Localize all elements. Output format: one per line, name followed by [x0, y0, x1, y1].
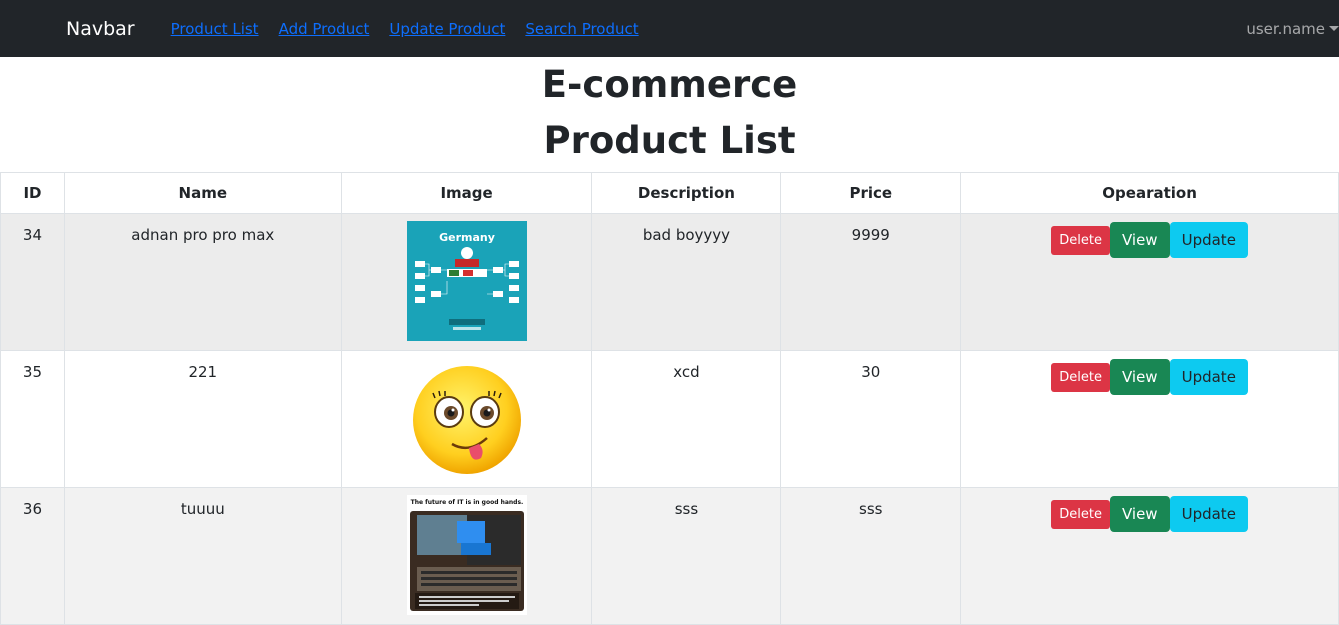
cell-id: 36: [0, 487, 65, 625]
product-table: ID Name Image Description Price Opearati…: [0, 172, 1339, 625]
cell-name: tuuuu: [63, 487, 342, 625]
product-image-emoji: [412, 366, 521, 474]
user-dropdown[interactable]: user.name: [1246, 20, 1339, 38]
update-button[interactable]: Update: [1169, 222, 1248, 258]
cell-price: sss: [780, 487, 962, 625]
view-button[interactable]: View: [1109, 222, 1170, 258]
update-button[interactable]: Update: [1169, 359, 1248, 395]
view-button[interactable]: View: [1109, 496, 1170, 532]
cell-name: 221: [63, 350, 342, 488]
delete-button[interactable]: Delete: [1051, 362, 1110, 392]
nav-link-search-product[interactable]: Search Product: [525, 20, 638, 38]
delete-button[interactable]: Delete: [1051, 225, 1110, 255]
image-caption-germany: Germany: [439, 231, 495, 244]
table-row: 36 tuuuu The future of IT is in good han…: [0, 487, 1339, 625]
nav-link-product-list[interactable]: Product List: [171, 20, 259, 38]
cell-image: [340, 350, 593, 488]
operation-buttons: Delete View Update: [961, 222, 1338, 258]
header-name: Name: [63, 172, 342, 214]
product-image-laptop-meme: The future of IT is in good hands.: [406, 495, 527, 615]
view-button[interactable]: View: [1109, 359, 1170, 395]
cell-name: adnan pro pro max: [63, 213, 342, 351]
nav-link-update-product[interactable]: Update Product: [389, 20, 505, 38]
cell-description: xcd: [591, 350, 782, 488]
cell-operation: Delete View Update: [960, 350, 1339, 488]
chevron-down-icon: [1329, 26, 1339, 31]
table-row: 35 221 xcd 30 Delete View Update: [0, 350, 1339, 488]
image-caption-future-it: The future of IT is in good hands.: [410, 499, 523, 506]
operation-buttons: Delete View Update: [961, 359, 1338, 395]
cell-price: 30: [780, 350, 962, 488]
cell-image: The future of IT is in good hands.: [340, 487, 593, 625]
header-description: Description: [591, 172, 782, 214]
cell-description: sss: [591, 487, 782, 625]
cell-operation: Delete View Update: [960, 487, 1339, 625]
navbar: Navbar Product List Add Product Update P…: [0, 0, 1339, 57]
table-header-row: ID Name Image Description Price Opearati…: [0, 172, 1339, 214]
table-row: 34 adnan pro pro max Germany bad boyyyy …: [0, 213, 1339, 351]
nav-link-add-product[interactable]: Add Product: [279, 20, 370, 38]
cell-id: 35: [0, 350, 65, 488]
operation-buttons: Delete View Update: [961, 496, 1338, 532]
cell-image: Germany: [340, 213, 593, 351]
header-operation: Opearation: [960, 172, 1339, 214]
product-image-tournament-bracket: Germany: [406, 221, 527, 341]
header-id: ID: [0, 172, 65, 214]
cell-id: 34: [0, 213, 65, 351]
cell-operation: Delete View Update: [960, 213, 1339, 351]
header-image: Image: [340, 172, 593, 214]
cell-price: 9999: [780, 213, 962, 351]
user-name: user.name: [1246, 19, 1325, 38]
header-price: Price: [780, 172, 962, 214]
update-button[interactable]: Update: [1169, 496, 1248, 532]
page-heading-product-list: Product List: [543, 119, 796, 162]
delete-button[interactable]: Delete: [1051, 499, 1110, 529]
navbar-brand[interactable]: Navbar: [66, 18, 135, 40]
page-heading-ecommerce: E-commerce: [541, 63, 798, 106]
cell-description: bad boyyyy: [591, 213, 782, 351]
